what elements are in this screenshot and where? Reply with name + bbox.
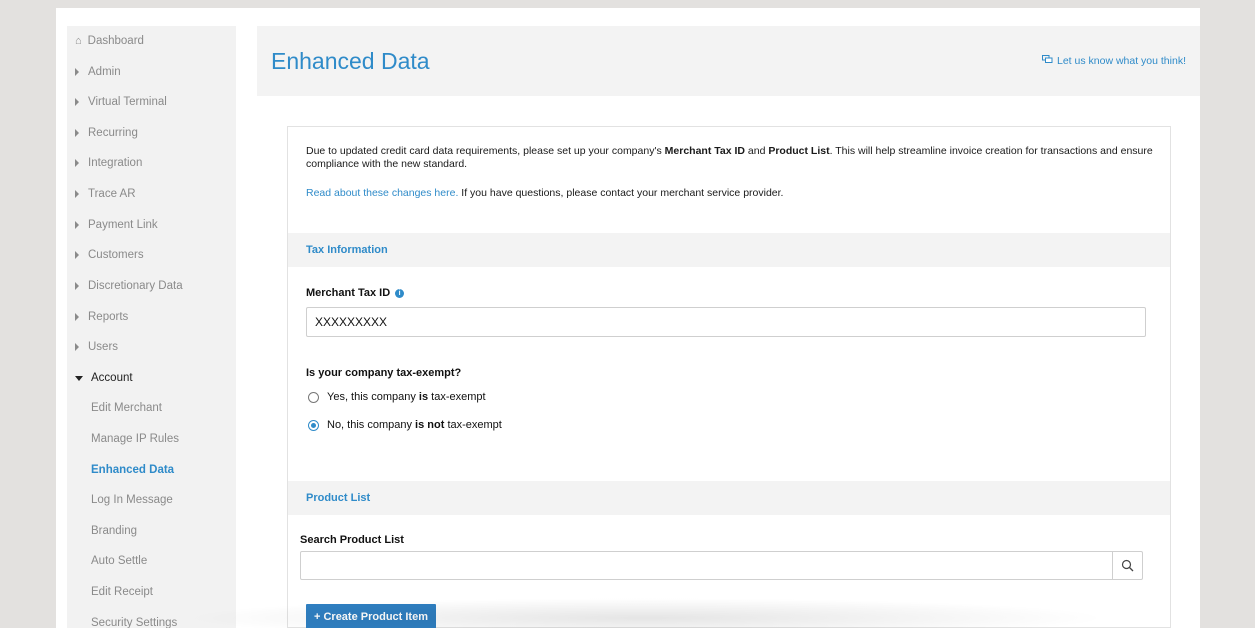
sidebar-item-reports[interactable]: Reports bbox=[67, 302, 236, 332]
sidebar-item-label: Customers bbox=[88, 249, 144, 261]
radio-no[interactable] bbox=[308, 419, 319, 431]
sidebar-item-recurring[interactable]: Recurring bbox=[67, 118, 236, 148]
sidebar-item-label: Discretionary Data bbox=[88, 280, 183, 292]
radio-label-bold: is bbox=[418, 391, 429, 403]
sidebar-subitem-label: Log In Message bbox=[91, 494, 173, 506]
home-icon: ⌂ bbox=[75, 35, 82, 47]
notice-help-text: Read about these changes here. If you ha… bbox=[306, 187, 783, 199]
active-item-pointer bbox=[244, 455, 258, 485]
product-search-box bbox=[300, 551, 1143, 580]
caret-right-icon bbox=[75, 343, 79, 351]
sidebar-item-discretionary-data[interactable]: Discretionary Data bbox=[67, 271, 236, 301]
section-heading-label: Product List bbox=[306, 492, 371, 504]
field-label-text: Merchant Tax ID bbox=[306, 287, 391, 299]
tax-exempt-question: Is your company tax-exempt? bbox=[306, 367, 461, 379]
caret-right-icon bbox=[75, 129, 79, 137]
caret-right-icon bbox=[75, 98, 79, 106]
sidebar-subitem-edit-receipt[interactable]: Edit Receipt bbox=[67, 577, 236, 607]
sidebar-subitem-auto-settle[interactable]: Auto Settle bbox=[67, 546, 236, 576]
sidebar-item-label: Virtual Terminal bbox=[88, 96, 167, 108]
sidebar-subitem-label: Manage IP Rules bbox=[91, 433, 180, 445]
sidebar-subitem-label: Auto Settle bbox=[91, 555, 148, 567]
radio-label-part: Yes, this company bbox=[327, 391, 419, 403]
sidebar-subitem-enhanced-data[interactable]: Enhanced Data bbox=[67, 455, 236, 485]
caret-right-icon bbox=[75, 313, 79, 321]
notice-bold-product-list: Product List bbox=[768, 145, 830, 157]
sidebar-subitem-security-settings[interactable]: Security Settings bbox=[67, 608, 236, 628]
caret-right-icon bbox=[75, 282, 79, 290]
feedback-link-label: Let us know what you think! bbox=[1057, 55, 1186, 67]
sidebar-item-label: Dashboard bbox=[87, 35, 144, 47]
sidebar-subitem-edit-merchant[interactable]: Edit Merchant bbox=[67, 393, 236, 423]
radio-label-part: tax-exempt bbox=[428, 391, 486, 403]
info-icon[interactable]: i bbox=[395, 288, 405, 298]
caret-right-icon bbox=[75, 221, 79, 229]
caret-right-icon bbox=[75, 251, 79, 259]
sidebar-item-admin[interactable]: Admin bbox=[67, 57, 236, 87]
sidebar-item-payment-link[interactable]: Payment Link bbox=[67, 210, 236, 240]
caret-right-icon bbox=[75, 190, 79, 198]
sidebar-item-label: Users bbox=[88, 341, 119, 353]
page-title: Enhanced Data bbox=[271, 48, 430, 74]
radio-label-bold: is not bbox=[415, 419, 445, 431]
sidebar-subitem-label: Edit Receipt bbox=[91, 586, 154, 598]
sidebar: ⌂ Dashboard Admin Virtual Terminal Recur… bbox=[67, 26, 236, 628]
merchant-tax-id-input[interactable] bbox=[306, 307, 1146, 337]
sidebar-subitem-label: Security Settings bbox=[91, 617, 178, 628]
sidebar-subitem-manage-ip-rules[interactable]: Manage IP Rules bbox=[67, 424, 236, 454]
radio-no-label: No, this company is not tax-exempt bbox=[327, 419, 502, 431]
sidebar-item-trace-ar[interactable]: Trace AR bbox=[67, 179, 236, 209]
sidebar-item-virtual-terminal[interactable]: Virtual Terminal bbox=[67, 87, 236, 117]
sidebar-subitem-label: Enhanced Data bbox=[91, 464, 175, 476]
tax-exempt-yes-option[interactable]: Yes, this company is tax-exempt bbox=[308, 391, 486, 403]
section-heading-label: Tax Information bbox=[306, 244, 388, 256]
caret-right-icon bbox=[75, 159, 79, 167]
notice-part: Due to updated credit card data requirem… bbox=[306, 145, 665, 157]
sidebar-item-label: Account bbox=[91, 372, 133, 384]
search-product-list-label: Search Product List bbox=[300, 534, 404, 546]
radio-label-part: No, this company bbox=[327, 419, 416, 431]
search-icon[interactable] bbox=[1112, 552, 1142, 579]
radio-yes-label: Yes, this company is tax-exempt bbox=[327, 391, 486, 403]
enhanced-data-card: Due to updated credit card data requirem… bbox=[287, 126, 1171, 628]
radio-yes[interactable] bbox=[308, 391, 319, 403]
notice-part: If you have questions, please contact yo… bbox=[458, 187, 784, 199]
sidebar-item-customers[interactable]: Customers bbox=[67, 240, 236, 270]
feedback-link[interactable]: Let us know what you think! bbox=[1042, 55, 1186, 67]
sidebar-subitem-label: Branding bbox=[91, 525, 138, 537]
notice-bold-merchant-tax-id: Merchant Tax ID bbox=[664, 145, 745, 157]
sidebar-item-dashboard[interactable]: ⌂ Dashboard bbox=[67, 26, 236, 56]
sidebar-item-account[interactable]: Account bbox=[67, 363, 236, 393]
sidebar-subitem-log-in-message[interactable]: Log In Message bbox=[67, 485, 236, 515]
product-list-heading: Product List bbox=[288, 481, 1170, 515]
sidebar-item-integration[interactable]: Integration bbox=[67, 148, 236, 178]
merchant-tax-id-label: Merchant Tax ID i bbox=[306, 287, 405, 299]
product-search-input[interactable] bbox=[301, 552, 1101, 579]
sidebar-item-users[interactable]: Users bbox=[67, 332, 236, 362]
page-header: Enhanced Data Let us know what you think… bbox=[257, 26, 1200, 96]
read-changes-link[interactable]: Read about these changes here. bbox=[306, 187, 458, 199]
sidebar-item-label: Integration bbox=[88, 157, 143, 169]
sidebar-subitem-branding[interactable]: Branding bbox=[67, 516, 236, 546]
caret-right-icon bbox=[75, 68, 79, 76]
caret-down-icon bbox=[75, 375, 83, 381]
tax-information-heading: Tax Information bbox=[288, 233, 1170, 267]
main-content: Enhanced Data Let us know what you think… bbox=[257, 26, 1200, 628]
field-label-text: Is your company tax-exempt? bbox=[306, 367, 462, 379]
field-label-text: Search Product List bbox=[300, 534, 404, 546]
notice-text: Due to updated credit card data requirem… bbox=[306, 145, 1156, 171]
create-product-item-button[interactable]: + Create Product Item bbox=[306, 604, 436, 628]
notice-part: and bbox=[744, 145, 769, 157]
tax-exempt-no-option[interactable]: No, this company is not tax-exempt bbox=[308, 419, 502, 431]
sidebar-item-label: Payment Link bbox=[88, 219, 158, 231]
sidebar-item-label: Recurring bbox=[88, 127, 138, 139]
sidebar-item-label: Reports bbox=[88, 311, 129, 323]
chat-icon bbox=[1042, 55, 1053, 67]
radio-label-part: tax-exempt bbox=[444, 419, 502, 431]
sidebar-item-label: Admin bbox=[88, 66, 121, 78]
sidebar-subitem-label: Edit Merchant bbox=[91, 402, 162, 414]
sidebar-item-label: Trace AR bbox=[88, 188, 136, 200]
